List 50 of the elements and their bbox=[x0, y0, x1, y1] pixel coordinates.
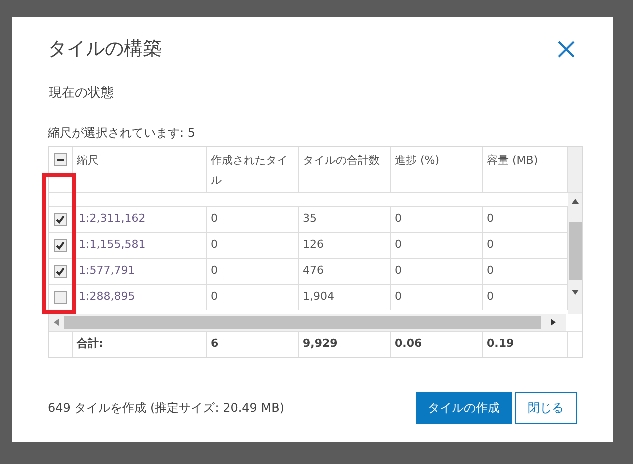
column-header: 進捗 (%) bbox=[391, 147, 483, 192]
dialog-title: タイルの構築 bbox=[48, 37, 162, 62]
scrollbar-corner bbox=[568, 147, 582, 192]
close-dialog-button[interactable]: 閉じる bbox=[515, 392, 577, 424]
table-cell: 1,904 bbox=[299, 285, 391, 310]
table-cell: 35 bbox=[299, 207, 391, 232]
checkmark-icon bbox=[56, 241, 65, 250]
table-cell: 0 bbox=[391, 233, 483, 258]
table-cell: 0 bbox=[391, 207, 483, 232]
select-all-checkbox[interactable] bbox=[54, 153, 67, 166]
table-cell: 0 bbox=[207, 259, 299, 284]
column-header: 作成されたタイル bbox=[207, 147, 299, 192]
left-arrow-icon bbox=[54, 319, 59, 326]
horizontal-scrollbar[interactable] bbox=[49, 314, 566, 331]
table-cell: 476 bbox=[299, 259, 391, 284]
scrollbar-thumb[interactable] bbox=[64, 316, 541, 329]
checkbox[interactable] bbox=[54, 213, 67, 226]
table-cell: 1:288,895 bbox=[73, 285, 207, 310]
table-cell: 0 bbox=[207, 285, 299, 310]
total-cell: 6 bbox=[207, 332, 299, 357]
column-header: タイルの合計数 bbox=[299, 147, 391, 192]
table-cell: 0 bbox=[391, 285, 483, 310]
close-icon bbox=[558, 40, 574, 58]
status-label: 現在の状態 bbox=[49, 84, 115, 102]
table-cell: 0 bbox=[391, 259, 483, 284]
table-cell: 1:1,155,581 bbox=[73, 233, 207, 258]
right-arrow-icon bbox=[551, 319, 556, 326]
scrollbar-thumb[interactable] bbox=[568, 222, 582, 280]
total-cell: 0.06 bbox=[391, 332, 483, 357]
checkmark-icon bbox=[56, 215, 65, 224]
table-cell: 0 bbox=[207, 233, 299, 258]
selection-text: 縮尺が選択されています: 5 bbox=[48, 125, 196, 142]
checkmark-icon bbox=[56, 267, 65, 276]
table-cell: 0 bbox=[207, 207, 299, 232]
table-cell: 1:2,311,162 bbox=[73, 207, 207, 232]
create-tiles-button[interactable]: タイルの作成 bbox=[416, 392, 512, 424]
up-arrow-icon bbox=[572, 199, 578, 204]
vertical-scrollbar[interactable] bbox=[568, 193, 582, 314]
down-arrow-icon bbox=[572, 290, 578, 295]
checkbox[interactable] bbox=[54, 291, 67, 304]
total-cell: 9,929 bbox=[299, 332, 391, 357]
checkbox[interactable] bbox=[54, 239, 67, 252]
table-cell: 1:577,791 bbox=[73, 259, 207, 284]
dash-icon bbox=[57, 158, 64, 160]
table-cell: 126 bbox=[299, 233, 391, 258]
total-cell: 0.19 bbox=[483, 332, 568, 357]
summary-text: 649 タイルを作成 (推定サイズ: 20.49 MB) bbox=[48, 400, 285, 417]
checkbox[interactable] bbox=[54, 265, 67, 278]
total-cell: 合計: bbox=[73, 332, 207, 357]
column-header: 縮尺 bbox=[73, 147, 207, 192]
